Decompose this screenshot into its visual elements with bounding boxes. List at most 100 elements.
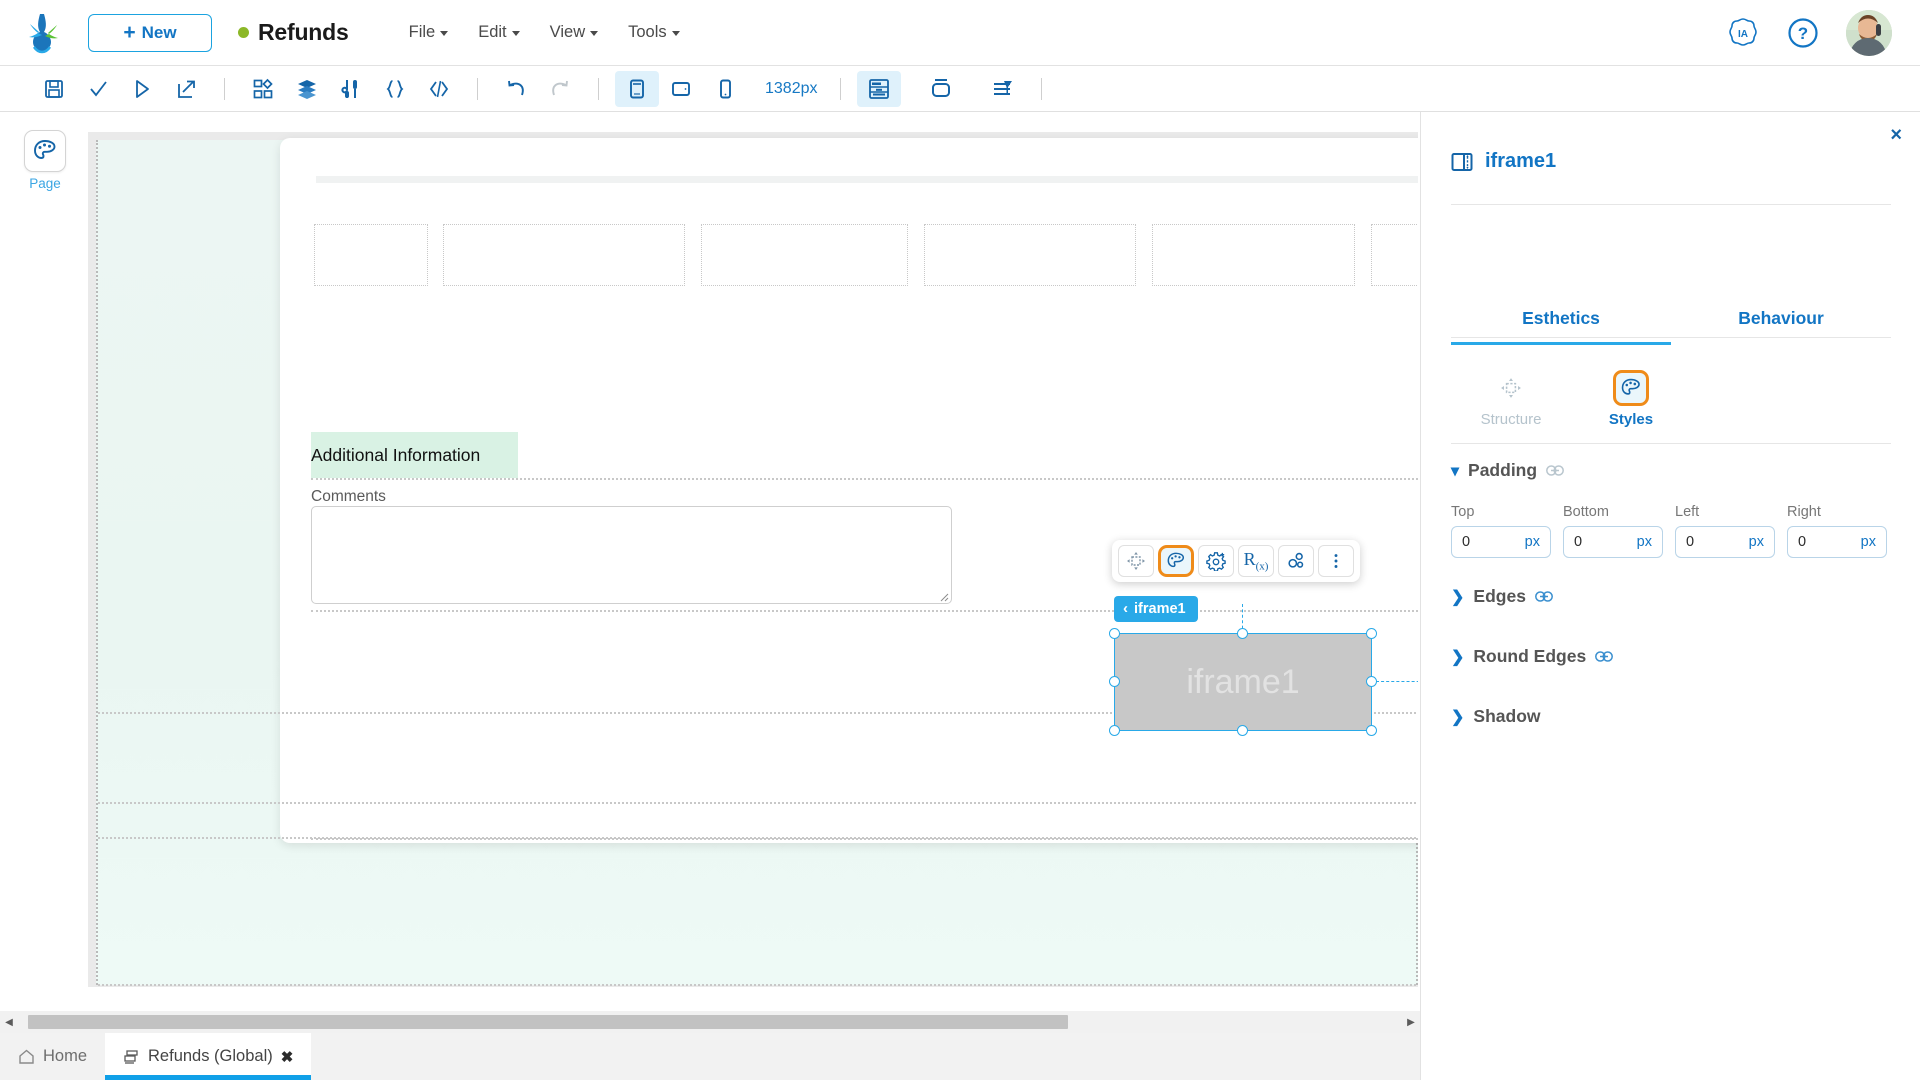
section-guide-line — [98, 984, 1418, 986]
rx-function-icon[interactable]: R(x) — [1238, 545, 1274, 577]
grid-cell[interactable] — [314, 224, 428, 286]
grid-cell[interactable] — [1152, 224, 1355, 286]
section-title-additional-information[interactable]: Additional Information — [311, 432, 518, 478]
link-icon[interactable] — [1546, 465, 1564, 476]
card-header-bar — [316, 176, 1418, 183]
close-icon[interactable]: ✖ — [281, 1048, 294, 1066]
grid-cell[interactable] — [701, 224, 908, 286]
section-padding-label: Padding — [1468, 460, 1537, 481]
play-icon-glyph — [131, 78, 153, 100]
scrollbar-track[interactable] — [18, 1015, 1402, 1029]
resize-handle-tr[interactable] — [1366, 628, 1377, 639]
grid-layout-icon[interactable] — [857, 71, 901, 107]
more-options-icon[interactable] — [1318, 545, 1354, 577]
toolbar-divider — [1041, 78, 1042, 100]
resize-handle-ml[interactable] — [1109, 676, 1120, 687]
padding-bottom-input[interactable]: 0 px — [1563, 526, 1663, 558]
tab-esthetics[interactable]: Esthetics — [1451, 308, 1671, 345]
subtab-structure-label: Structure — [1481, 411, 1542, 428]
canvas-width-value[interactable]: 1382px — [765, 80, 818, 98]
palette-icon[interactable] — [1158, 545, 1194, 577]
design-canvas[interactable]: Additional Information Comments Create — [88, 132, 1418, 987]
padding-right-input[interactable]: 0 px — [1787, 526, 1887, 558]
code-icon[interactable] — [417, 71, 461, 107]
padding-top-input[interactable]: 0 px — [1451, 526, 1551, 558]
link-icon[interactable] — [1535, 591, 1553, 602]
undo-icon[interactable] — [494, 71, 538, 107]
resize-handle-tl[interactable] — [1109, 628, 1120, 639]
scroll-right-arrow-icon[interactable]: ▶ — [1402, 1017, 1420, 1028]
status-dot-icon — [238, 27, 249, 38]
container-icon[interactable] — [919, 71, 963, 107]
resize-handle-mr[interactable] — [1366, 676, 1377, 687]
chevron-down-icon — [512, 31, 520, 36]
comments-input[interactable] — [311, 506, 952, 604]
tab-behaviour[interactable]: Behaviour — [1671, 308, 1891, 345]
link-icon[interactable] — [1595, 651, 1613, 662]
desktop-view-icon[interactable] — [615, 71, 659, 107]
padding-bottom-label: Bottom — [1563, 504, 1663, 520]
export-icon[interactable] — [164, 71, 208, 107]
subtab-styles[interactable]: Styles — [1571, 370, 1691, 428]
section-padding[interactable]: ▾ Padding — [1451, 460, 1564, 481]
menu-view[interactable]: View — [550, 23, 598, 42]
close-icon[interactable]: × — [1890, 124, 1902, 147]
resize-handle-bl[interactable] — [1109, 725, 1120, 736]
section-round-edges[interactable]: ❯ Round Edges — [1451, 646, 1613, 667]
resize-grip-icon[interactable] — [937, 590, 949, 602]
grid-cell[interactable] — [1371, 224, 1418, 286]
padding-fields: Top 0 px Bottom 0 px Left 0 px Right 0 — [1451, 504, 1887, 558]
align-icon[interactable] — [981, 71, 1025, 107]
selected-element-iframe1[interactable]: iframe1 — [1114, 633, 1372, 731]
menu-tools[interactable]: Tools — [628, 23, 680, 42]
section-edges[interactable]: ❯ Edges — [1451, 586, 1553, 607]
resize-grip-glyph — [937, 590, 949, 602]
grid-cell[interactable] — [924, 224, 1136, 286]
connections-icon[interactable] — [1278, 545, 1314, 577]
subtab-structure[interactable]: Structure — [1451, 370, 1571, 428]
menu-edit[interactable]: Edit — [478, 23, 519, 42]
mobile-view-icon[interactable] — [703, 71, 747, 107]
toolbar-divider — [477, 78, 478, 100]
new-button[interactable]: + New — [88, 14, 212, 52]
settings-icon[interactable] — [1198, 545, 1234, 577]
grid-cell[interactable] — [443, 224, 685, 286]
section-shadow[interactable]: ❯ Shadow — [1451, 706, 1541, 727]
resize-handle-bc[interactable] — [1237, 725, 1248, 736]
move-icon[interactable] — [1118, 545, 1154, 577]
redo-icon[interactable] — [538, 71, 582, 107]
sidebar-item-page[interactable]: Page — [24, 130, 66, 191]
braces-icon[interactable] — [373, 71, 417, 107]
variables-icon[interactable] — [329, 71, 373, 107]
avatar[interactable] — [1846, 10, 1892, 56]
page-title: Refunds — [258, 19, 349, 46]
tablet-view-icon[interactable] — [659, 71, 703, 107]
help-icon[interactable]: ? — [1786, 16, 1820, 50]
layers-icon[interactable] — [285, 71, 329, 107]
padding-left-input[interactable]: 0 px — [1675, 526, 1775, 558]
components-icon-glyph — [252, 78, 274, 100]
tab-home[interactable]: Home — [0, 1033, 105, 1080]
play-icon[interactable] — [120, 71, 164, 107]
chevron-down-icon — [440, 31, 448, 36]
palette-icon-glyph — [32, 138, 58, 164]
toolbar-divider — [224, 78, 225, 100]
variables-icon-glyph — [340, 78, 362, 100]
components-icon[interactable] — [241, 71, 285, 107]
save-icon[interactable] — [32, 71, 76, 107]
horizontal-scrollbar[interactable]: ◀ ▶ — [0, 1011, 1420, 1033]
element-breadcrumb-chip[interactable]: ‹ iframe1 — [1114, 596, 1198, 622]
menu-tools-label: Tools — [628, 23, 667, 42]
app-logo[interactable] — [0, 12, 88, 54]
resize-handle-br[interactable] — [1366, 725, 1377, 736]
app-title-group: Refunds — [238, 19, 349, 46]
resize-handle-tc[interactable] — [1237, 628, 1248, 639]
scrollbar-thumb[interactable] — [28, 1015, 1068, 1029]
layers-icon-glyph — [296, 78, 318, 100]
menu-file[interactable]: File — [409, 23, 449, 42]
tab-refunds-global[interactable]: Refunds (Global) ✖ — [105, 1033, 311, 1080]
ia-assistant-icon[interactable]: IA — [1726, 16, 1760, 50]
scroll-left-arrow-icon[interactable]: ◀ — [0, 1017, 18, 1028]
check-icon[interactable] — [76, 71, 120, 107]
panel-divider — [1451, 204, 1891, 205]
